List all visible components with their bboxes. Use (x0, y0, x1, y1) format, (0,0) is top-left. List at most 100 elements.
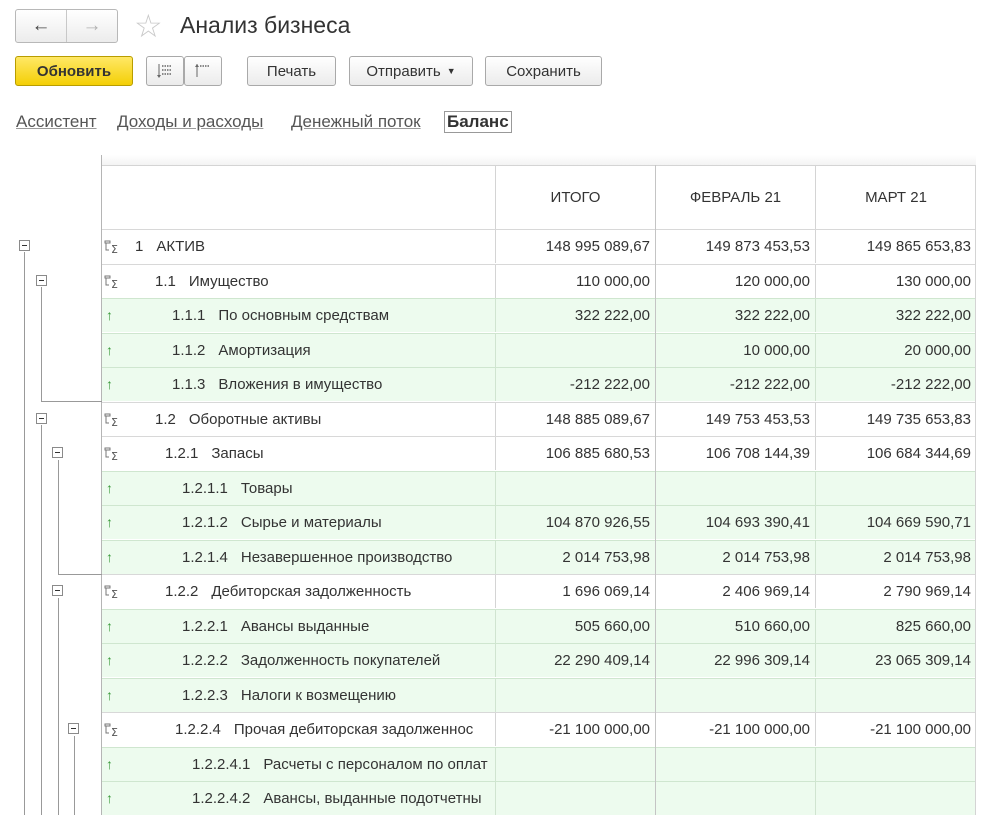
row-code: 1.1.1 (172, 307, 206, 324)
collapse-toggle[interactable] (19, 240, 30, 251)
value-cell-march[interactable]: 104 669 590,71 (815, 506, 976, 539)
tab-cash-flow[interactable]: Денежный поток (291, 112, 421, 132)
row-name-cell: ↑ 1.2.1.4 Незавершенное производство (102, 541, 495, 574)
value-cell-february[interactable]: -212 222,00 (655, 368, 815, 401)
value-cell-march[interactable]: 2 790 969,14 (815, 575, 976, 608)
refresh-button[interactable]: Обновить (15, 56, 133, 86)
table-row[interactable]: ↑ 1.1.3 Вложения в имущество -212 222,00 -21… (102, 367, 976, 401)
value-cell-total[interactable]: -212 222,00 (495, 368, 655, 401)
table-row[interactable]: ↑ 1.2.2.4.1 Расчеты с персоналом по оплат (102, 747, 976, 781)
value-cell-total[interactable] (495, 472, 655, 505)
tab-balance[interactable]: Баланс (444, 111, 512, 133)
value-cell-february[interactable]: 510 660,00 (655, 610, 815, 643)
value-cell-total[interactable]: 2 014 753,98 (495, 541, 655, 574)
value-cell-march[interactable] (815, 782, 976, 815)
value-cell-total[interactable]: 1 696 069,14 (495, 575, 655, 608)
value-cell-total[interactable]: 104 870 926,55 (495, 506, 655, 539)
row-name: ↑ 1.2.2.4.1 Расчеты с персоналом по оплат (106, 748, 488, 781)
column-header-total[interactable]: ИТОГО (495, 166, 655, 229)
table-row[interactable]: Σ 1.2.1 Запасы 106 885 680,53 106 708 144,39… (102, 436, 976, 470)
table-row[interactable]: ↑ 1.2.2.2 Задолженность покупателей 22 290 … (102, 643, 976, 677)
grid-right-border (975, 165, 976, 815)
collapse-toggle[interactable] (36, 275, 47, 286)
save-button[interactable]: Сохранить (485, 56, 602, 86)
value-cell-march[interactable]: 23 065 309,14 (815, 644, 976, 677)
collapse-toggle[interactable] (52, 447, 63, 458)
table-row[interactable]: Σ 1.1 Имущество 110 000,00 120 000,00 130 000… (102, 264, 976, 298)
row-name-cell: Σ 1.2.2.4 Прочая дебиторская задолженнос (102, 713, 495, 746)
value-cell-march[interactable]: -21 100 000,00 (815, 713, 976, 746)
value-cell-total[interactable]: 505 660,00 (495, 610, 655, 643)
table-row[interactable]: Σ 1.2.2 Дебиторская задолженность 1 696 069… (102, 574, 976, 608)
table-row[interactable]: ↑ 1.2.1.1 Товары (102, 471, 976, 505)
value-cell-total[interactable]: 148 885 089,67 (495, 403, 655, 436)
value-cell-february[interactable]: 120 000,00 (655, 265, 815, 298)
row-code: 1.2.2.4.2 (192, 790, 251, 807)
collapse-toggle[interactable] (36, 413, 47, 424)
value-cell-february[interactable]: 2 014 753,98 (655, 541, 815, 574)
table-row[interactable]: ↑ 1.2.2.1 Авансы выданные 505 660,00 510 660… (102, 609, 976, 643)
table-row[interactable]: ↑ 1.2.1.4 Незавершенное производство 2 014 … (102, 540, 976, 574)
value-cell-total[interactable] (495, 782, 655, 815)
value-cell-february[interactable]: 106 708 144,39 (655, 437, 815, 470)
row-code: 1.2.2.2 (182, 652, 228, 669)
value-cell-march[interactable] (815, 472, 976, 505)
table-row[interactable]: Σ 1.2.2.4 Прочая дебиторская задолженнос -2… (102, 712, 976, 746)
value-cell-total[interactable] (495, 334, 655, 367)
collapse-toggle[interactable] (68, 723, 79, 734)
tab-income-expenses[interactable]: Доходы и расходы (117, 112, 263, 132)
table-row[interactable]: ↑ 1.2.1.2 Сырье и материалы 104 870 926,55 1… (102, 505, 976, 539)
value-cell-total[interactable]: 106 885 680,53 (495, 437, 655, 470)
row-name-cell: ↑ 1.2.2.4.1 Расчеты с персоналом по оплат (102, 748, 495, 781)
value-cell-total[interactable]: 22 290 409,14 (495, 644, 655, 677)
value-cell-february[interactable]: 149 873 453,53 (655, 230, 815, 263)
value-cell-february[interactable]: 22 996 309,14 (655, 644, 815, 677)
table-row[interactable]: ↑ 1.1.1 По основным средствам 322 222,00 322… (102, 298, 976, 332)
value-cell-march[interactable]: 322 222,00 (815, 299, 976, 332)
back-button[interactable]: ← (16, 10, 67, 42)
collapse-list-button[interactable] (184, 56, 222, 86)
value-cell-march[interactable]: 825 660,00 (815, 610, 976, 643)
row-label: АКТИВ (156, 238, 206, 255)
value-cell-february[interactable]: 149 753 453,53 (655, 403, 815, 436)
value-cell-february[interactable]: -21 100 000,00 (655, 713, 815, 746)
table-row[interactable]: ↑ 1.1.2 Амортизация 10 000,00 20 000,00 (102, 333, 976, 367)
value-cell-february[interactable] (655, 679, 815, 712)
column-header-february[interactable]: ФЕВРАЛЬ 21 (655, 166, 815, 229)
value-cell-march[interactable]: 106 684 344,69 (815, 437, 976, 470)
value-cell-total[interactable]: 322 222,00 (495, 299, 655, 332)
table-row[interactable]: Σ 1.2 Оборотные активы 148 885 089,67 149 75… (102, 402, 976, 436)
value-cell-february[interactable]: 104 693 390,41 (655, 506, 815, 539)
value-cell-total[interactable]: 148 995 089,67 (495, 230, 655, 263)
table-row[interactable]: ↑ 1.2.2.3 Налоги к возмещению (102, 678, 976, 712)
value-cell-march[interactable]: 20 000,00 (815, 334, 976, 367)
column-header-march[interactable]: МАРТ 21 (815, 166, 976, 229)
send-button[interactable]: Отправить ▼ (349, 56, 473, 86)
value-cell-february[interactable] (655, 472, 815, 505)
value-cell-february[interactable]: 2 406 969,14 (655, 575, 815, 608)
table-row[interactable]: Σ 1 АКТИВ 148 995 089,67 149 873 453,53 149 8… (102, 229, 976, 263)
value-cell-march[interactable] (815, 748, 976, 781)
collapse-toggle[interactable] (52, 585, 63, 596)
value-cell-march[interactable]: 2 014 753,98 (815, 541, 976, 574)
value-cell-total[interactable]: 110 000,00 (495, 265, 655, 298)
value-cell-total[interactable]: -21 100 000,00 (495, 713, 655, 746)
expand-list-button[interactable] (146, 56, 184, 86)
print-button[interactable]: Печать (247, 56, 336, 86)
value-cell-march[interactable]: 149 865 653,83 (815, 230, 976, 263)
tab-assistant[interactable]: Ассистент (16, 112, 97, 132)
value-cell-march[interactable]: -212 222,00 (815, 368, 976, 401)
value-cell-february[interactable] (655, 782, 815, 815)
value-cell-total[interactable] (495, 748, 655, 781)
value-cell-march[interactable] (815, 679, 976, 712)
value-cell-february[interactable] (655, 748, 815, 781)
star-icon[interactable]: ☆ (134, 8, 163, 44)
row-label: Дебиторская задолженность (211, 583, 412, 600)
forward-button[interactable]: → (67, 10, 117, 42)
value-cell-march[interactable]: 149 735 653,83 (815, 403, 976, 436)
value-cell-march[interactable]: 130 000,00 (815, 265, 976, 298)
table-row[interactable]: ↑ 1.2.2.4.2 Авансы, выданные подотчетны (102, 781, 976, 815)
value-cell-february[interactable]: 322 222,00 (655, 299, 815, 332)
value-cell-total[interactable] (495, 679, 655, 712)
value-cell-february[interactable]: 10 000,00 (655, 334, 815, 367)
